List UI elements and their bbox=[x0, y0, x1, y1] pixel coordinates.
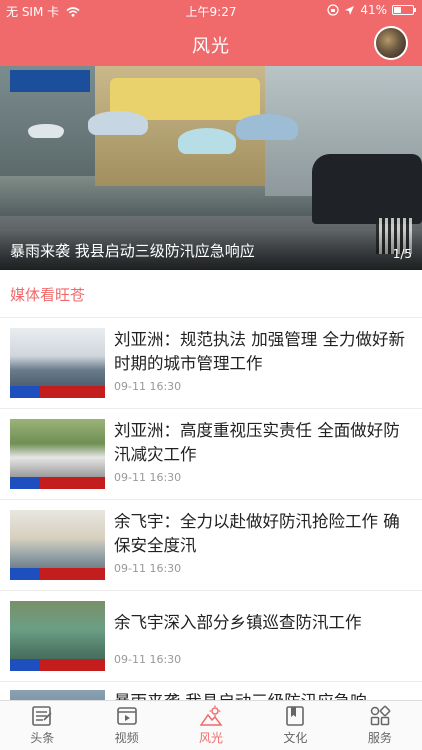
tab-label: 风光 bbox=[199, 731, 224, 745]
section-title: 媒体看旺苍 bbox=[10, 286, 86, 304]
article-title: 暴雨来袭 我县启动三级防汛应急响 bbox=[114, 690, 408, 700]
banner-pager: 1/5 bbox=[392, 247, 412, 261]
battery-icon bbox=[392, 5, 416, 15]
article-thumbnail bbox=[10, 419, 105, 489]
tab-scenery[interactable]: 风光 bbox=[169, 701, 253, 750]
list-item[interactable]: 刘亚洲：规范执法 加强管理 全力做好新时期的城市管理工作 09-11 16:30 bbox=[0, 318, 422, 408]
article-title: 刘亚洲：规范执法 加强管理 全力做好新时期的城市管理工作 bbox=[114, 330, 405, 373]
banner-photo-sign bbox=[10, 70, 90, 92]
services-icon bbox=[370, 705, 391, 726]
battery-percent: 41% bbox=[360, 3, 387, 17]
banner-photo-umbrella bbox=[236, 114, 298, 140]
video-icon bbox=[116, 707, 137, 725]
status-bar: 无 SIM 卡 上午9:27 41% bbox=[0, 0, 422, 20]
tab-label: 头条 bbox=[30, 731, 55, 745]
status-right: 41% bbox=[327, 3, 416, 17]
article-thumbnail bbox=[10, 601, 105, 671]
article-thumbnail bbox=[10, 328, 105, 398]
tab-label: 文化 bbox=[283, 731, 308, 745]
banner-carousel[interactable]: 暴雨来袭 我县启动三级防汛应急响应 1/5 bbox=[0, 66, 422, 270]
rotation-lock-icon bbox=[327, 4, 339, 16]
avatar[interactable] bbox=[374, 26, 408, 60]
article-thumbnail bbox=[10, 690, 105, 700]
page-title: 风光 bbox=[192, 36, 230, 57]
article-date: 09-11 16:30 bbox=[114, 471, 182, 484]
article-date: 09-11 16:30 bbox=[114, 562, 182, 575]
tab-video[interactable]: 视频 bbox=[84, 701, 168, 750]
article-title: 余飞宇深入部分乡镇巡查防汛工作 bbox=[114, 613, 362, 632]
tab-services[interactable]: 服务 bbox=[338, 701, 422, 750]
tab-label: 服务 bbox=[367, 731, 392, 745]
tab-culture[interactable]: 文化 bbox=[253, 701, 337, 750]
list-item[interactable]: 刘亚洲：高度重视压实责任 全面做好防汛减灾工作 09-11 16:30 bbox=[0, 409, 422, 499]
article-date: 09-11 16:30 bbox=[114, 380, 182, 393]
banner-photo-umbrella bbox=[88, 111, 148, 135]
banner-photo-car bbox=[312, 154, 422, 224]
article-title: 余飞宇：全力以赴做好防汛抢险工作 确保安全度汛 bbox=[114, 512, 400, 555]
banner-photo-umbrella bbox=[28, 124, 64, 138]
list-item[interactable]: 余飞宇：全力以赴做好防汛抢险工作 确保安全度汛 09-11 16:30 bbox=[0, 500, 422, 590]
nav-bar: 风光 bbox=[0, 20, 422, 66]
location-arrow-icon bbox=[345, 5, 355, 15]
tab-headlines[interactable]: 头条 bbox=[0, 701, 84, 750]
tab-label: 视频 bbox=[114, 731, 139, 745]
banner-photo-umbrella bbox=[178, 128, 236, 154]
tab-bar: 头条 视频 风光 文化 服务 bbox=[0, 700, 422, 750]
list-item[interactable]: 暴雨来袭 我县启动三级防汛应急响 bbox=[0, 682, 422, 700]
news-icon bbox=[32, 706, 52, 726]
article-date: 09-11 16:30 bbox=[114, 653, 182, 666]
book-icon bbox=[286, 706, 305, 726]
article-thumbnail bbox=[10, 510, 105, 580]
scenery-icon bbox=[199, 705, 223, 726]
list-item[interactable]: 余飞宇深入部分乡镇巡查防汛工作 09-11 16:30 bbox=[0, 591, 422, 681]
article-title: 刘亚洲：高度重视压实责任 全面做好防汛减灾工作 bbox=[114, 421, 400, 464]
banner-caption: 暴雨来袭 我县启动三级防汛应急响应 bbox=[10, 242, 255, 260]
